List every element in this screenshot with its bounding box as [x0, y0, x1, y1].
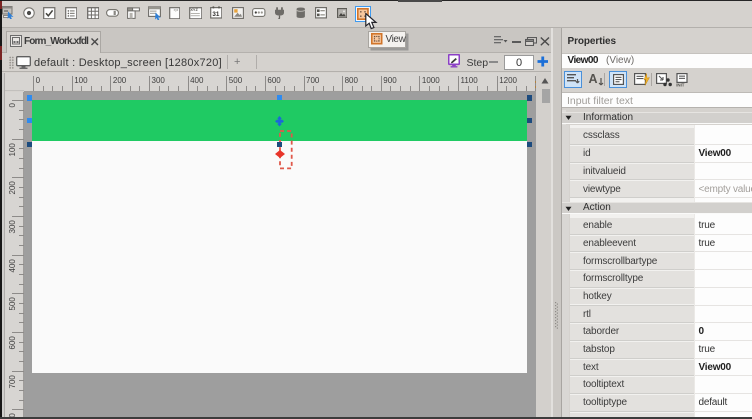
svg-text:31: 31: [212, 12, 219, 19]
svg-text:xyz: xyz: [173, 7, 178, 11]
svg-text:INIT: INIT: [677, 82, 686, 86]
svg-text:XYZ: XYZ: [190, 8, 198, 12]
